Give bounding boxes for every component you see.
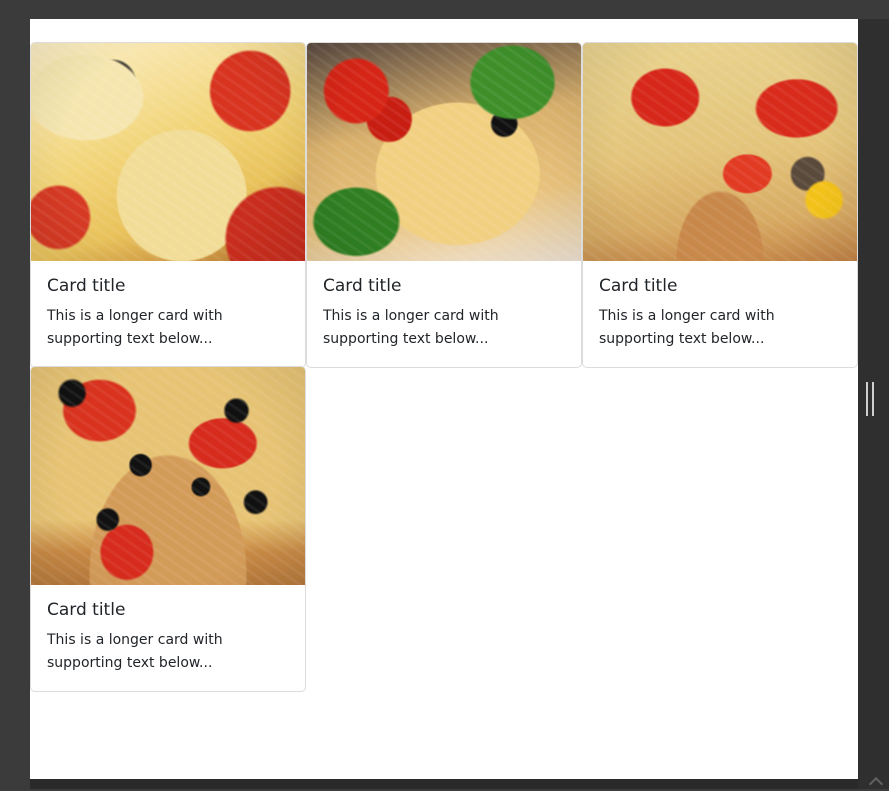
pizza-image-4 <box>31 367 305 585</box>
card-text: This is a longer card with supporting te… <box>599 308 775 347</box>
card-body: Card title This is a longer card with su… <box>583 261 857 367</box>
card-body: Card title This is a longer card with su… <box>307 261 581 367</box>
card-body: Card title This is a longer card with su… <box>31 261 305 367</box>
card-body: Card title This is a longer card with su… <box>31 585 305 691</box>
card-3[interactable]: Card title This is a longer card with su… <box>582 42 858 368</box>
card-text: This is a longer card with supporting te… <box>323 308 499 347</box>
card-title: Card title <box>47 276 126 296</box>
card-title: Card title <box>599 276 678 296</box>
pizza-image-2 <box>307 43 581 261</box>
image-texture <box>307 43 581 261</box>
image-texture <box>583 43 857 261</box>
pizza-image-1 <box>31 43 305 261</box>
card-text: This is a longer card with supporting te… <box>47 632 223 671</box>
card-1[interactable]: Card title This is a longer card with su… <box>30 42 306 368</box>
pizza-image-3 <box>583 43 857 261</box>
image-texture <box>31 367 305 585</box>
card-2[interactable]: Card title This is a longer card with su… <box>306 42 582 368</box>
image-texture <box>31 43 305 261</box>
card-title: Card title <box>323 276 402 296</box>
card-text: This is a longer card with supporting te… <box>47 308 223 347</box>
scrollbar-handle[interactable] <box>866 382 874 416</box>
page-viewport: Card title This is a longer card with su… <box>30 19 858 779</box>
bottom-edge-strip <box>30 779 858 789</box>
card-4[interactable]: Card title This is a longer card with su… <box>30 366 306 692</box>
card-title: Card title <box>47 600 126 620</box>
